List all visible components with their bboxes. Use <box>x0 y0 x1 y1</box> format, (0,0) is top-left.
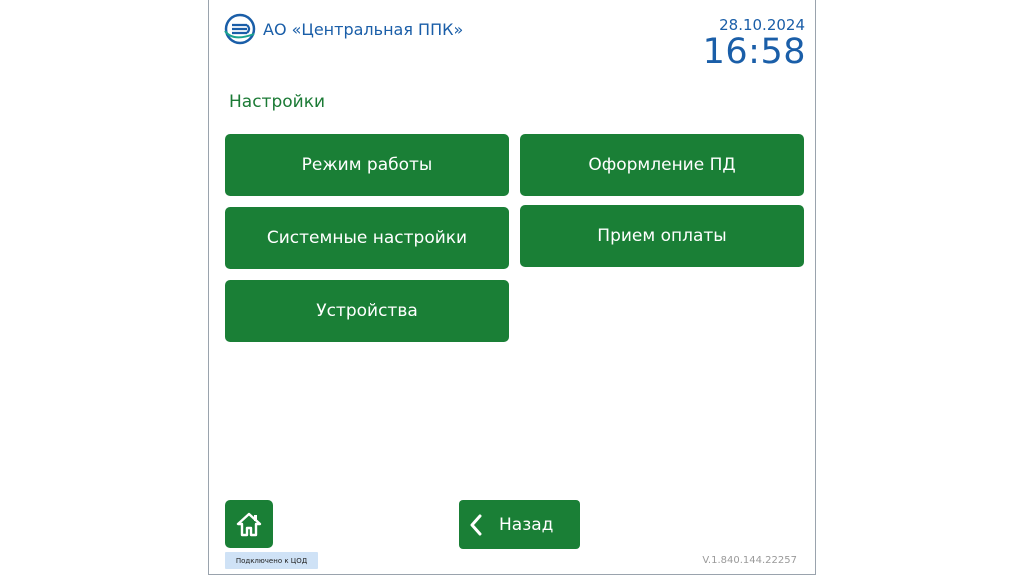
company-logo: АО «Центральная ППК» <box>223 12 463 46</box>
pd-issue-button[interactable]: Оформление ПД <box>520 134 804 196</box>
system-settings-label: Системные настройки <box>266 228 468 248</box>
system-settings-button[interactable]: Системные настройки <box>225 207 509 269</box>
home-icon <box>236 512 262 537</box>
devices-label: Устройства <box>316 301 418 321</box>
company-name: АО «Центральная ППК» <box>263 19 464 39</box>
back-button[interactable]: Назад <box>459 500 580 549</box>
payment-label: Прием оплаты <box>597 226 727 246</box>
work-mode-label: Режим работы <box>301 155 433 175</box>
page-title: Настройки <box>229 92 326 112</box>
connection-status-badge: Подключено к ЦОД <box>225 552 318 569</box>
back-label: Назад <box>499 514 554 535</box>
payment-button[interactable]: Прием оплаты <box>520 205 804 267</box>
home-button[interactable] <box>225 500 273 548</box>
chevron-left-icon <box>469 514 483 536</box>
devices-button[interactable]: Устройства <box>225 280 509 342</box>
version-label: V.1.840.144.22257 <box>702 555 797 566</box>
logo-icon <box>224 13 256 45</box>
work-mode-button[interactable]: Режим работы <box>225 134 509 196</box>
pd-issue-label: Оформление ПД <box>588 155 736 175</box>
app-screen: АО «Центральная ППК» 28.10.2024 16:58 На… <box>208 0 816 575</box>
current-time: 16:58 <box>702 32 806 72</box>
